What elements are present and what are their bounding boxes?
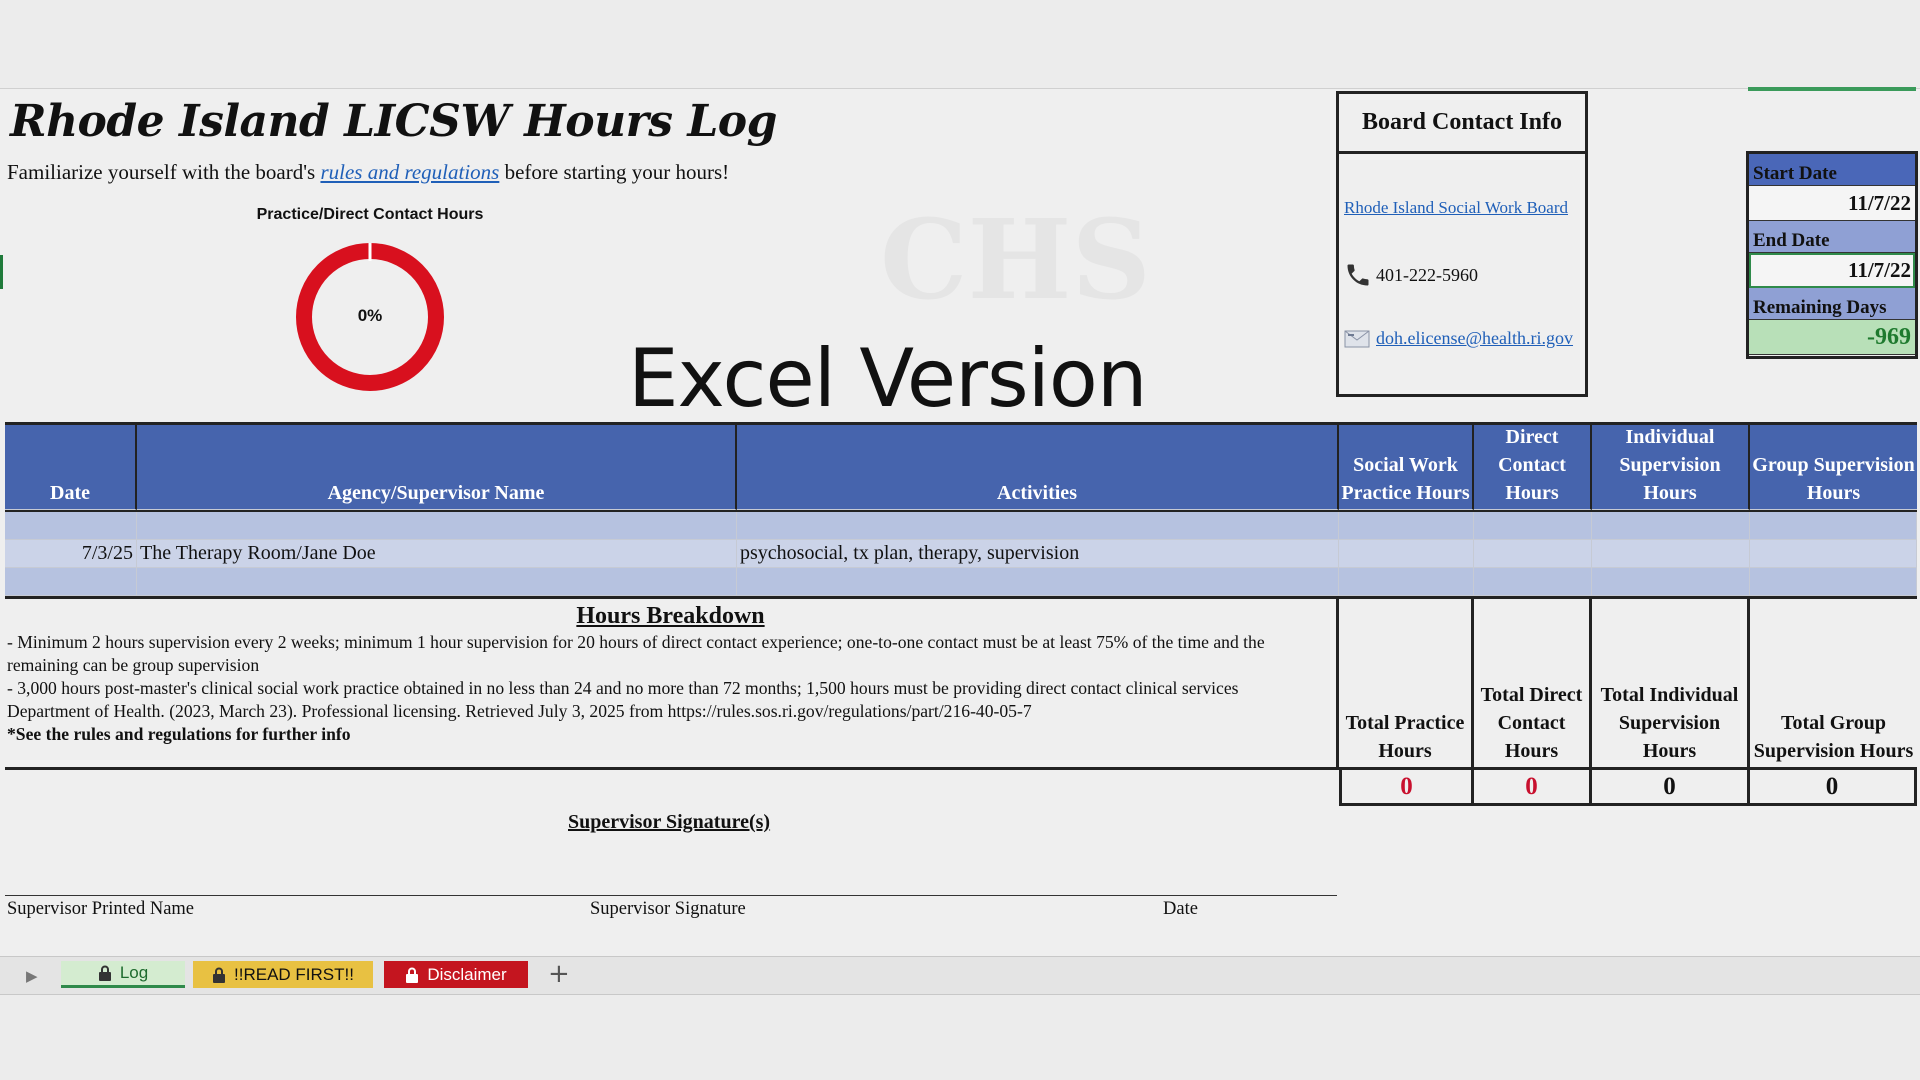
activities-cell[interactable]	[737, 568, 1339, 596]
add-sheet-button[interactable]: +	[548, 959, 570, 989]
logo-watermark: CHS	[880, 195, 1151, 324]
total-individual-supervision-hours-label: Total Individual Supervision Hours	[1592, 599, 1750, 767]
board-email: doh.elicense@health.ri.gov	[1344, 328, 1573, 349]
lock-icon	[213, 967, 226, 983]
group-supervision-cell[interactable]	[1750, 512, 1917, 540]
board-email-link[interactable]: doh.elicense@health.ri.gov	[1376, 328, 1573, 349]
agency-cell[interactable]	[137, 568, 737, 596]
end-date-label: End Date	[1749, 221, 1915, 253]
practice-hours-cell[interactable]	[1339, 512, 1474, 540]
total-direct-contact-hours-label: Total Direct Contact Hours	[1474, 599, 1592, 767]
subtitle-text-after: before starting your hours!	[499, 160, 730, 184]
breakdown-note: *See the rules and regulations for furth…	[7, 724, 351, 744]
tab-read-first[interactable]: !!READ FIRST!!	[193, 961, 373, 988]
supervisor-signature-label: Supervisor Signature	[590, 899, 746, 919]
group-supervision-cell[interactable]	[1750, 540, 1917, 568]
subtitle-text-before: Familiarize yourself with the board's	[7, 160, 321, 184]
sheet-nav-right-icon[interactable]: ▶	[26, 967, 38, 985]
remaining-days-value: -969	[1749, 320, 1915, 355]
row-selection-marker	[0, 255, 3, 289]
activities-cell[interactable]: psychosocial, tx plan, therapy, supervis…	[737, 540, 1339, 568]
social-work-board-link[interactable]: Rhode Island Social Work Board	[1344, 198, 1568, 218]
breakdown-line: - 3,000 hours post-master's clinical soc…	[7, 678, 1239, 698]
donut-chart-title: Practice/Direct Contact Hours	[256, 206, 484, 223]
total-direct-contact-hours-value: 0	[1474, 770, 1592, 806]
board-contact-title: Board Contact Info	[1339, 94, 1585, 154]
board-phone: 401-222-5960	[1344, 261, 1478, 289]
date-tracker: Start Date 11/7/22 End Date 11/7/22 Rema…	[1746, 151, 1918, 359]
date-cell[interactable]	[5, 512, 137, 540]
practice-hours-cell[interactable]	[1339, 568, 1474, 596]
total-group-supervision-hours-value: 0	[1750, 770, 1917, 806]
column-header-agency[interactable]: Agency/Supervisor Name	[137, 425, 737, 510]
board-phone-number: 401-222-5960	[1376, 264, 1478, 285]
individual-supervision-cell[interactable]	[1592, 540, 1750, 568]
start-date-label: Start Date	[1749, 154, 1915, 186]
start-date-cell[interactable]: 11/7/22	[1749, 186, 1915, 221]
individual-supervision-cell[interactable]	[1592, 568, 1750, 596]
hours-log-table: Date Agency/Supervisor Name Activities S…	[5, 422, 1917, 806]
column-header-individual-supervision-hours[interactable]: Individual Supervision Hours	[1592, 425, 1750, 510]
direct-contact-hours-cell[interactable]	[1474, 512, 1592, 540]
tab-read-first-label: !!READ FIRST!!	[234, 964, 354, 984]
breakdown-line: - Minimum 2 hours supervision every 2 we…	[7, 632, 1265, 675]
practice-hours-cell[interactable]	[1339, 540, 1474, 568]
column-header-activities[interactable]: Activities	[737, 425, 1339, 510]
date-cell[interactable]	[5, 568, 137, 596]
supervisor-signatures-title: Supervisor Signature(s)	[568, 811, 771, 833]
table-header-row: Date Agency/Supervisor Name Activities S…	[5, 425, 1917, 512]
total-individual-supervision-hours-value: 0	[1592, 770, 1750, 806]
end-date-cell[interactable]: 11/7/22	[1749, 253, 1915, 288]
table-row	[5, 512, 1917, 540]
totals-row: 0 0 0 0	[5, 770, 1917, 806]
direct-contact-hours-cell[interactable]	[1474, 540, 1592, 568]
lock-icon	[98, 965, 111, 981]
breakdown-citation: Department of Health. (2023, March 23). …	[7, 701, 1032, 721]
rules-and-regulations-link[interactable]: rules and regulations	[320, 160, 499, 184]
activities-cell[interactable]	[737, 512, 1339, 540]
hours-breakdown-title: Hours Breakdown	[576, 603, 765, 629]
column-header-direct-contact-hours[interactable]: Direct Contact Hours	[1474, 425, 1592, 510]
tab-log-label: Log	[119, 963, 149, 982]
total-group-supervision-hours-label: Total Group Supervision Hours	[1753, 712, 1914, 762]
hours-breakdown-text: Hours Breakdown - Minimum 2 hours superv…	[5, 599, 1339, 767]
table-row: 7/3/25 The Therapy Room/Jane Doe psychos…	[5, 540, 1917, 568]
supervisor-printed-name-label: Supervisor Printed Name	[7, 899, 195, 919]
board-contact-panel: Board Contact Info Rhode Island Social W…	[1336, 91, 1588, 397]
date-cell[interactable]: 7/3/25	[5, 540, 137, 568]
column-header-group-supervision-hours[interactable]: Group Supervision Hours	[1750, 425, 1917, 510]
tab-log[interactable]: Log	[61, 961, 185, 988]
signature-date-label: Date	[1163, 899, 1198, 919]
column-header-date[interactable]: Date	[5, 425, 137, 510]
signature-line[interactable]	[5, 895, 1337, 896]
column-header-practice-hours[interactable]: Social Work Practice Hours	[1339, 425, 1474, 510]
phone-icon	[1347, 264, 1369, 286]
total-practice-hours-value: 0	[1339, 770, 1474, 806]
group-supervision-cell[interactable]	[1750, 568, 1917, 596]
total-practice-hours-label: Total Practice Hours	[1339, 599, 1474, 767]
agency-cell[interactable]: The Therapy Room/Jane Doe	[137, 540, 737, 568]
email-icon	[1344, 330, 1370, 347]
hours-breakdown-section: Hours Breakdown - Minimum 2 hours superv…	[5, 599, 1917, 770]
table-row	[5, 568, 1917, 596]
lock-icon	[406, 967, 419, 983]
page-title: Rhode Island LICSW Hours Log	[10, 96, 777, 147]
agency-cell[interactable]	[137, 512, 737, 540]
tab-disclaimer[interactable]: Disclaimer	[384, 961, 528, 988]
column-selection-marker	[1748, 87, 1916, 91]
excel-version-banner: Excel Version	[628, 332, 1148, 425]
direct-contact-hours-cell[interactable]	[1474, 568, 1592, 596]
remaining-days-label: Remaining Days	[1749, 288, 1915, 320]
sheet-tab-bar: ▶ Log !!READ FIRST!! Disclaimer +	[0, 956, 1920, 995]
subtitle: Familiarize yourself with the board's ru…	[7, 160, 729, 185]
tab-disclaimer-label: Disclaimer	[427, 964, 507, 984]
individual-supervision-cell[interactable]	[1592, 512, 1750, 540]
donut-percent-label: 0%	[357, 306, 383, 325]
